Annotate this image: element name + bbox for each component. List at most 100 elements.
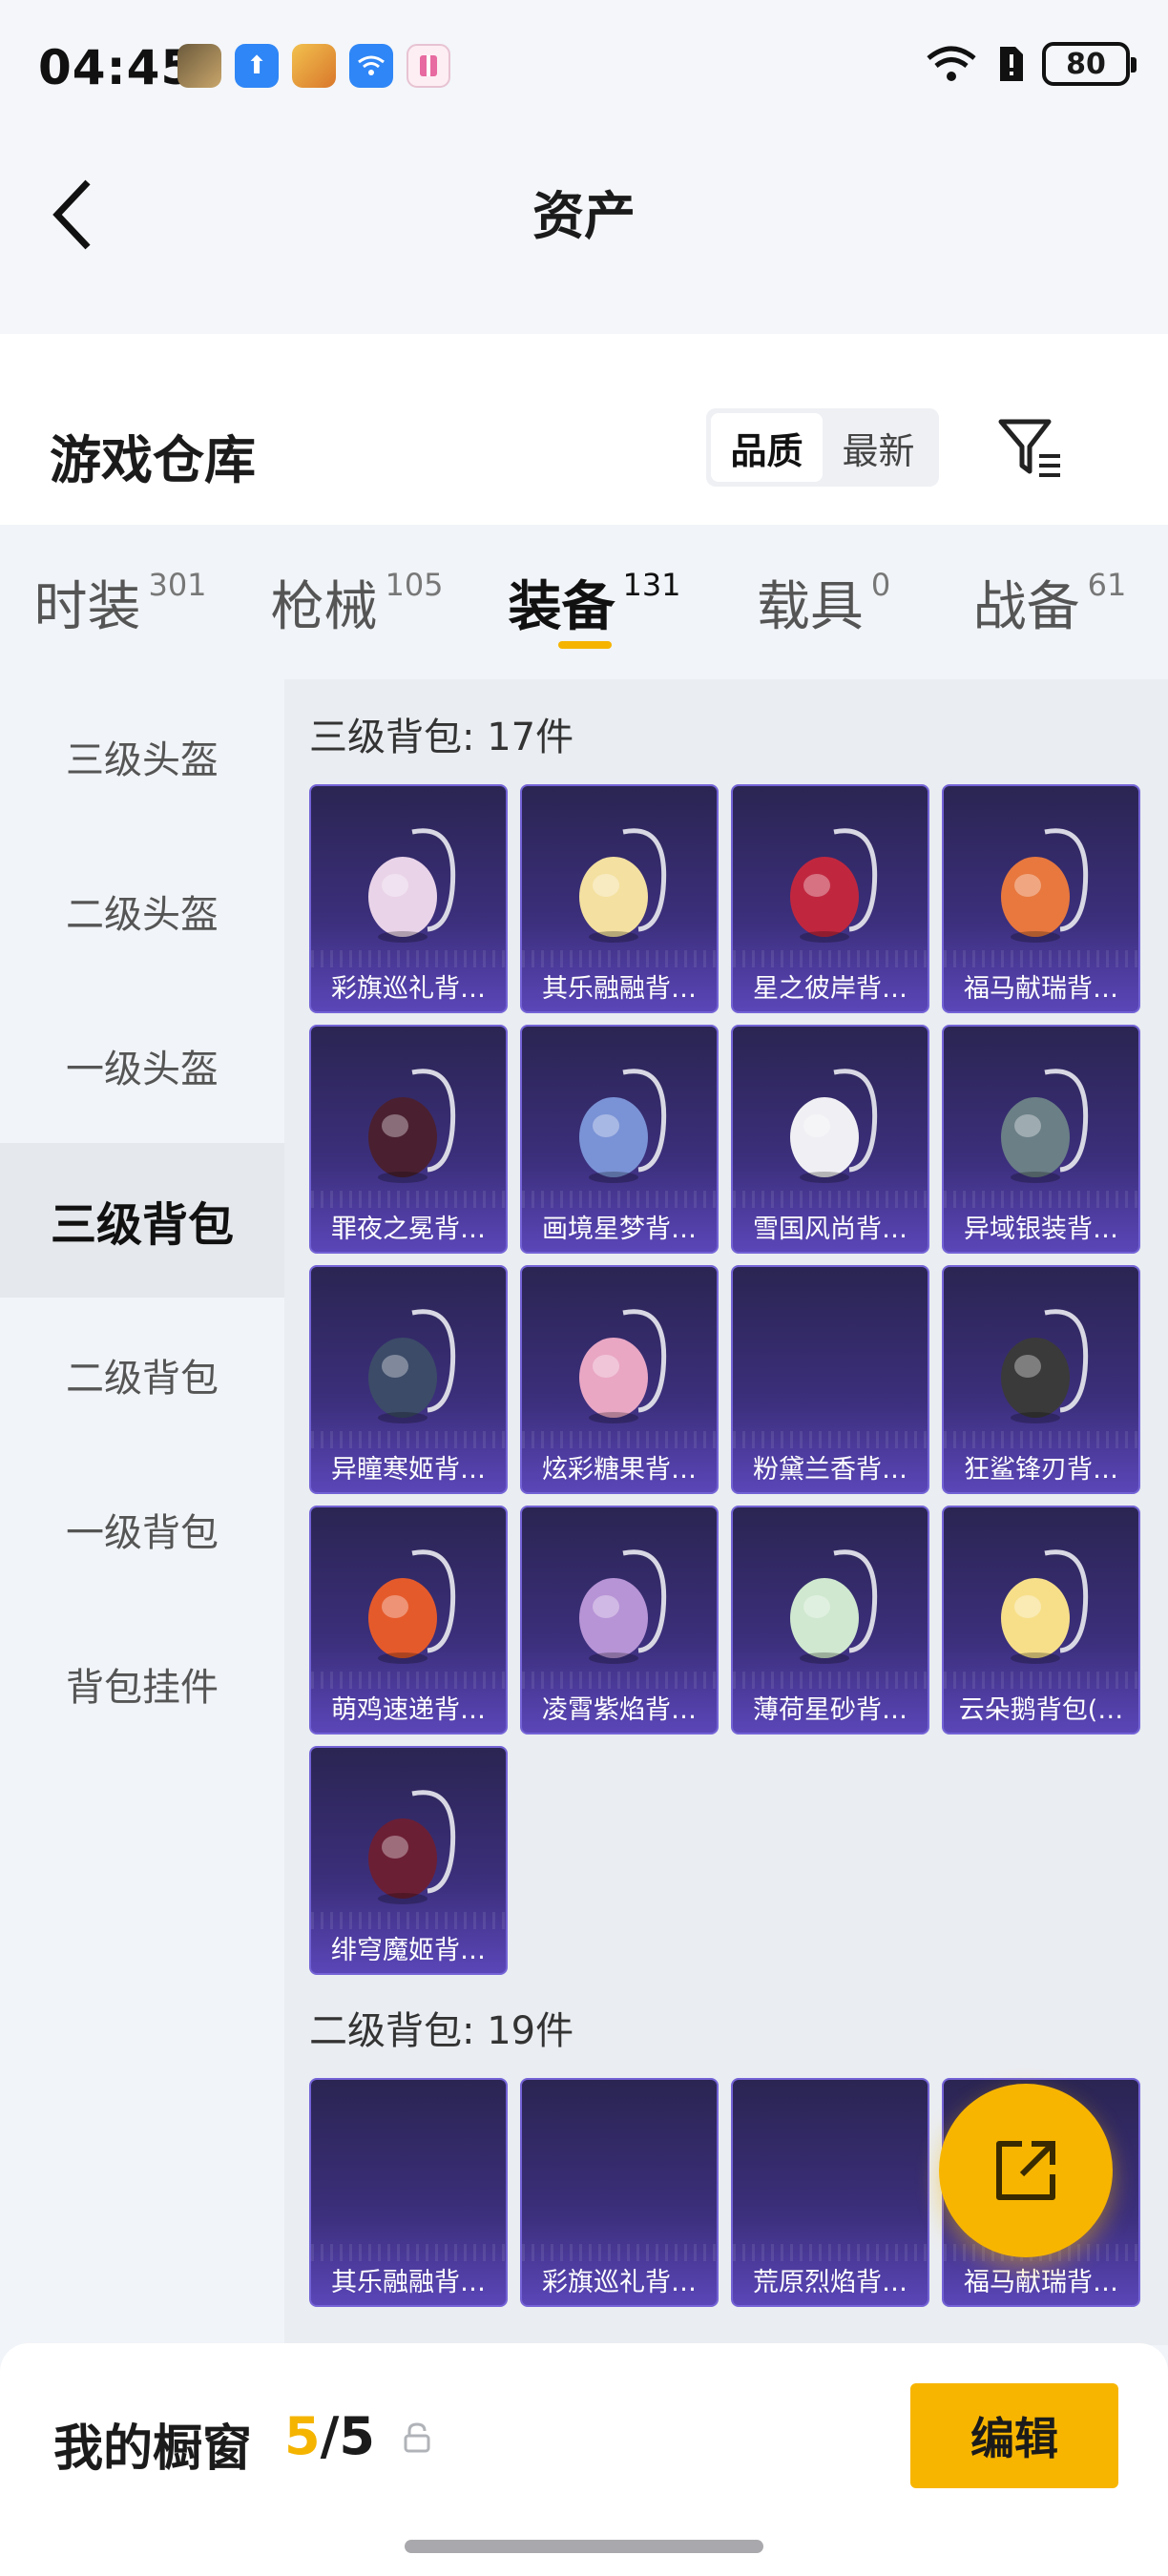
status-bar: 04:45 ⬆ 80 [0,0,1168,134]
item-name: 狂鲨锋刃背… [964,1455,1118,1485]
tab-count: 61 [1087,567,1127,603]
battery-indicator: 80 [1042,42,1137,86]
tab-label: 时装 [33,575,141,638]
backpack-image [564,813,678,956]
card-pattern [522,1191,717,1208]
tab-count: 301 [148,567,207,603]
wifi-app-icon [349,44,393,88]
item-grid: 彩旗巡礼背… 其乐融融背… 星之彼岸背… 福马献瑞背… 罪夜之冕背… 画境星梦背… 雪国风尚… [309,784,1140,1975]
tab-combat-supplies[interactable]: 战备 61 [931,525,1168,679]
tab-label: 装备 [508,575,615,638]
showcase-total: 5 [339,2406,375,2466]
backpack-image [353,1775,468,1918]
card-pattern [522,2244,717,2261]
item-card[interactable]: 粉黛兰香背… [731,1265,929,1494]
item-card[interactable]: 绯穹魔姬背… [309,1746,508,1975]
item-card[interactable]: 星之彼岸背… [731,784,929,1013]
item-name: 福马献瑞背… [964,2268,1118,2297]
share-icon [996,2141,1055,2200]
card-pattern [311,950,506,967]
item-card[interactable]: 福马献瑞背… [942,784,1140,1013]
edit-button[interactable]: 编辑 [910,2383,1118,2488]
item-name: 荒原烈焰背… [753,2268,907,2297]
item-card[interactable]: 狂鲨锋刃背… [942,1265,1140,1494]
sidebar-item-backpack-charm[interactable]: 背包挂件 [0,1607,284,1761]
share-fab[interactable] [939,2084,1113,2257]
item-name: 其乐融融背… [542,974,697,1004]
item-card[interactable]: 雪国风尚背… [731,1025,929,1254]
card-pattern [522,950,717,967]
status-right: 80 [926,42,1137,86]
item-card[interactable]: 彩旗巡礼背… [309,784,508,1013]
section-title: 三级背包: 17件 [309,716,574,759]
item-name: 雪国风尚背… [753,1215,907,1244]
sidebar-item-backpack-3[interactable]: 三级背包 [0,1143,284,1298]
category-tabs: 时装 301 枪械 105 装备 131 载具 0 战备 61 [0,525,1168,679]
tab-label: 枪械 [270,575,378,638]
backpack-image [775,1053,889,1196]
item-card[interactable]: 异瞳寒姬背… [309,1265,508,1494]
item-card[interactable]: 其乐融融背… [309,2078,508,2307]
tab-count: 105 [385,567,444,603]
showcase-current: 5 [284,2406,321,2466]
status-time: 04:45 [38,40,196,95]
sidebar-item-backpack-2[interactable]: 二级背包 [0,1298,284,1452]
showcase-label: 我的橱窗 [53,2420,253,2478]
sidebar-item-helmet-2[interactable]: 二级头盔 [0,834,284,988]
item-card[interactable]: 萌鸡速递背… [309,1506,508,1735]
item-card[interactable]: 薄荷星砂背… [731,1506,929,1735]
tab-firearms[interactable]: 枪械 105 [240,525,473,679]
item-card[interactable]: 彩旗巡礼背… [520,2078,719,2307]
tab-vehicles[interactable]: 载具 0 [716,525,931,679]
item-name: 异域银装背… [964,1215,1118,1244]
card-pattern [944,950,1138,967]
sidebar-item-helmet-3[interactable]: 三级头盔 [0,679,284,834]
item-card[interactable]: 云朵鹅背包(… [942,1506,1140,1735]
warehouse-header: 游戏仓库 品质 最新 [0,334,1168,525]
sidebar-item-helmet-1[interactable]: 一级头盔 [0,988,284,1143]
item-card[interactable]: 异域银装背… [942,1025,1140,1254]
showcase-count: 5/5 [284,2406,375,2466]
tab-equipment[interactable]: 装备 131 [473,525,716,679]
home-indicator[interactable] [405,2540,763,2553]
backpack-image [775,1534,889,1677]
top-header: 资产 [0,134,1168,334]
card-pattern [944,1431,1138,1448]
backpack-image [353,1053,468,1196]
filter-button[interactable] [992,410,1069,487]
card-pattern [944,1191,1138,1208]
page-title: 资产 [532,186,636,246]
tab-fashion[interactable]: 时装 301 [0,525,240,679]
backpack-image [353,813,468,956]
item-name: 炫彩糖果背… [542,1455,697,1485]
item-name: 绯穹魔姬背… [331,1936,486,1965]
item-name: 彩旗巡礼背… [331,974,486,1004]
lock-icon [404,2422,430,2453]
card-pattern [311,1191,506,1208]
card-pattern [733,1191,928,1208]
item-name: 画境星梦背… [542,1215,697,1244]
item-card[interactable]: 荒原烈焰背… [731,2078,929,2307]
backpack-image [353,1294,468,1437]
sidebar-item-backpack-1[interactable]: 一级背包 [0,1452,284,1607]
sort-newest-button[interactable]: 最新 [823,413,934,482]
item-card[interactable]: 其乐融融背… [520,784,719,1013]
active-tab-indicator [558,641,612,649]
bookmark-app-icon [407,44,450,88]
tab-count: 0 [870,567,891,603]
backpack-image [775,813,889,956]
item-card[interactable]: 罪夜之冕背… [309,1025,508,1254]
item-card[interactable]: 炫彩糖果背… [520,1265,719,1494]
backpack-image [564,1534,678,1677]
sim-alert-icon [1000,47,1023,81]
tab-label: 载具 [756,575,864,638]
item-name: 彩旗巡礼背… [542,2268,697,2297]
item-name: 薄荷星砂背… [753,1695,907,1725]
item-card[interactable]: 画境星梦背… [520,1025,719,1254]
card-pattern [733,1672,928,1689]
item-name: 异瞳寒姬背… [331,1455,486,1485]
sort-quality-button[interactable]: 品质 [711,413,823,482]
backpack-image [986,1053,1100,1196]
card-pattern [733,1431,928,1448]
item-card[interactable]: 凌霄紫焰背… [520,1506,719,1735]
